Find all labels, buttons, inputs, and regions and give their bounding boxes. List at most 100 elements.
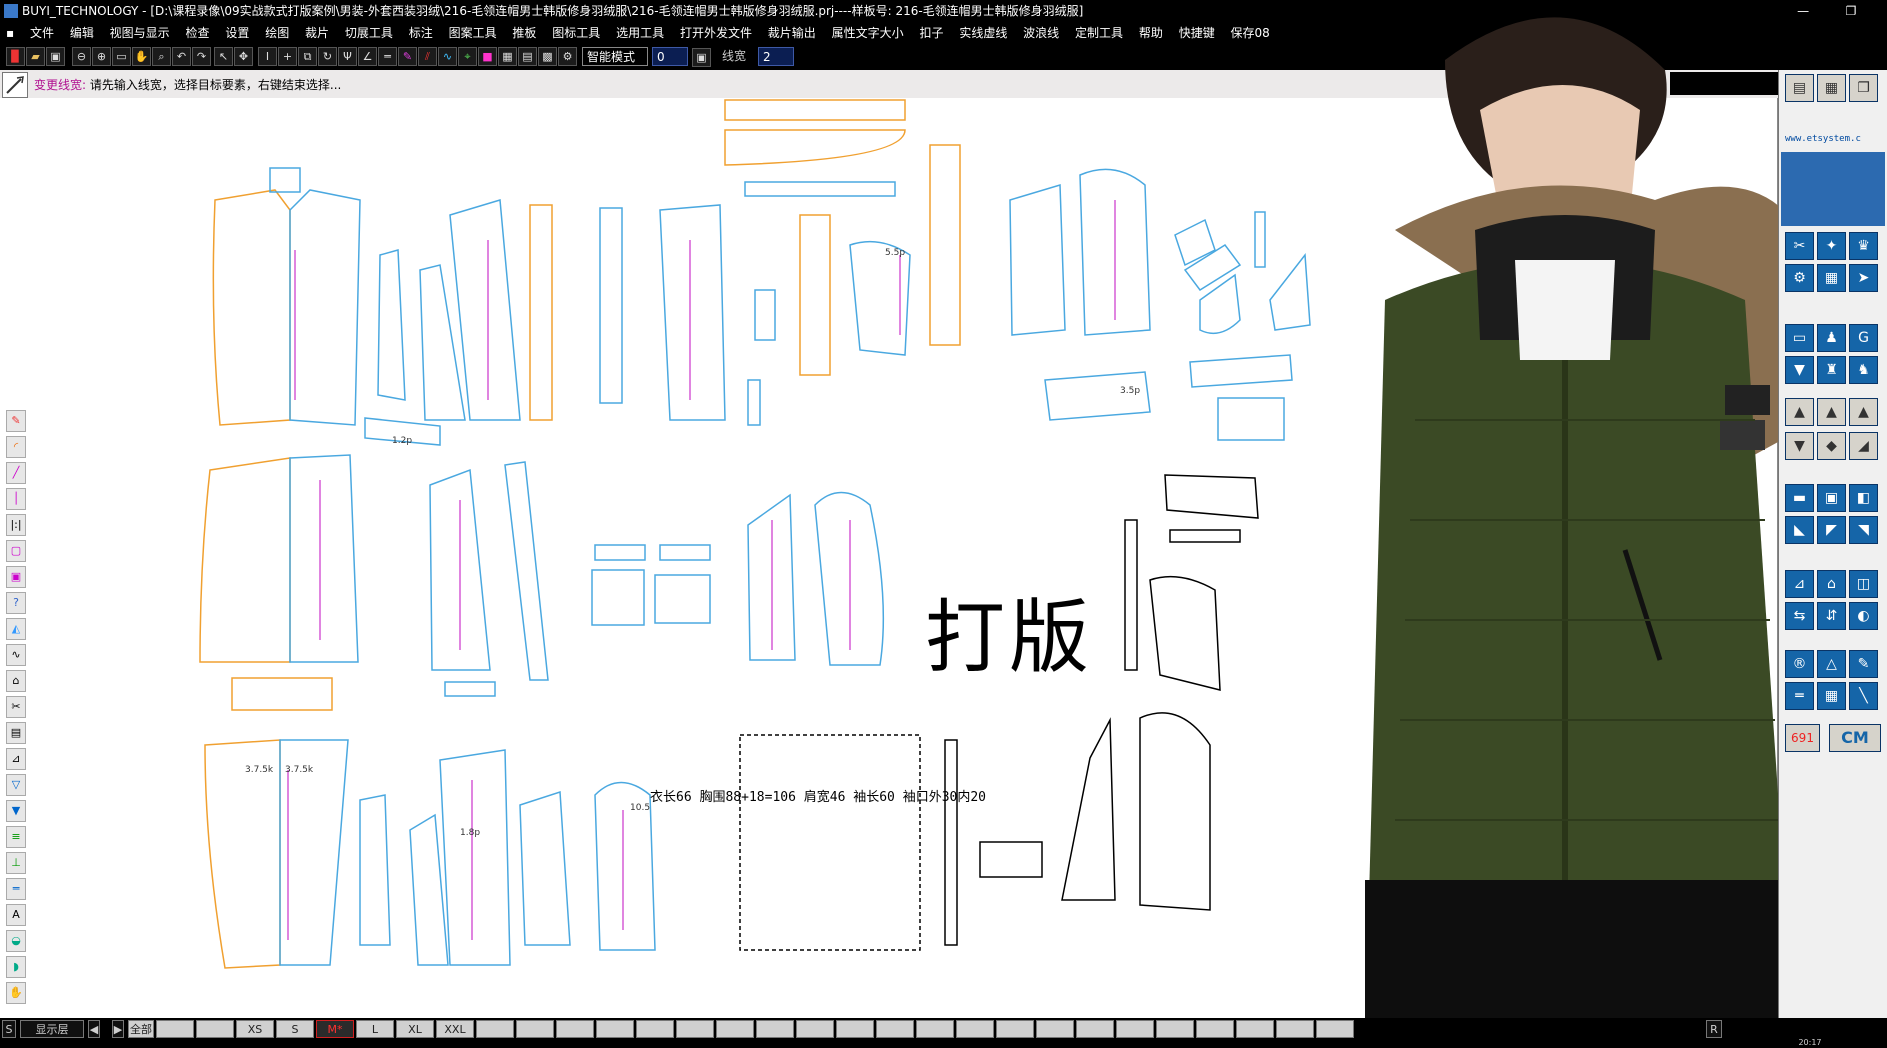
size-blank-8[interactable] <box>676 1020 714 1038</box>
menu-select-tools[interactable]: 选用工具 <box>610 22 670 44</box>
layer-e-icon[interactable]: ◤ <box>1817 516 1846 544</box>
triangle-tool-icon[interactable]: △ <box>1817 650 1846 678</box>
size-blank-18[interactable] <box>1076 1020 1114 1038</box>
size-xxl[interactable]: XXL <box>436 1020 474 1038</box>
seam-b-icon[interactable]: ⌂ <box>1817 570 1846 598</box>
menu-draw[interactable]: 绘图 <box>259 22 295 44</box>
all-sizes-button[interactable]: 全部 <box>128 1020 154 1038</box>
seam-a-icon[interactable]: ⊿ <box>1785 570 1814 598</box>
menu-view[interactable]: 视图与显示 <box>104 22 176 44</box>
size-blank-11[interactable] <box>796 1020 834 1038</box>
menu-annotate[interactable]: 标注 <box>403 22 439 44</box>
mode-select[interactable]: 智能模式F8 ▾ <box>582 47 648 83</box>
funnel-icon[interactable]: ▽ <box>6 774 26 796</box>
figure-icon[interactable]: ♟ <box>1817 324 1846 352</box>
pen-tool-icon[interactable]: ✎ <box>1849 650 1878 678</box>
unit-cm-button[interactable]: CM <box>1829 724 1881 752</box>
g-tool-icon[interactable]: G <box>1849 324 1878 352</box>
save-icon[interactable]: ▣ <box>46 47 65 66</box>
size-blank-22[interactable] <box>1236 1020 1274 1038</box>
line-width-field[interactable]: 2 <box>758 47 794 66</box>
shape-icon[interactable]: ◭ <box>6 618 26 640</box>
menu-pattern-tools[interactable]: 图案工具 <box>443 22 503 44</box>
menu-grading[interactable]: 推板 <box>506 22 542 44</box>
size-blank-2[interactable] <box>196 1020 234 1038</box>
ruler-tool-icon[interactable]: ⊿ <box>6 748 26 770</box>
drop-icon[interactable]: ◗ <box>6 956 26 978</box>
print-icon[interactable]: ▤ <box>6 722 26 744</box>
layer-a-icon[interactable]: ▬ <box>1785 484 1814 512</box>
layer-f-icon[interactable]: ◥ <box>1849 516 1878 544</box>
sewing-icon[interactable]: ⚙ <box>1785 264 1814 292</box>
star-tool-icon[interactable]: ✦ <box>1817 232 1846 260</box>
shirt-icon[interactable]: ▼ <box>1785 356 1814 384</box>
hand-tool-icon[interactable]: ✋ <box>6 982 26 1004</box>
size-blank-14[interactable] <box>916 1020 954 1038</box>
move-icon[interactable]: ✥ <box>234 47 253 66</box>
text-cursor-icon[interactable]: I <box>258 47 277 66</box>
size-blank-24[interactable] <box>1316 1020 1354 1038</box>
zoom-fit-icon[interactable]: ▭ <box>112 47 131 66</box>
menu-save08[interactable]: 保存08 <box>1225 22 1276 44</box>
zoom-out-icon[interactable]: ⊖ <box>72 47 91 66</box>
machine-icon[interactable]: ▭ <box>1785 324 1814 352</box>
size-l[interactable]: L <box>356 1020 394 1038</box>
menu-piece-output[interactable]: 裁片输出 <box>762 22 822 44</box>
menu-settings[interactable]: 设置 <box>219 22 255 44</box>
help-icon[interactable]: ? <box>6 592 26 614</box>
inner-rect-icon[interactable]: ▣ <box>6 566 26 588</box>
size-xl[interactable]: XL <box>396 1020 434 1038</box>
pen-icon[interactable]: ✎ <box>398 47 417 66</box>
size-blank-15[interactable] <box>956 1020 994 1038</box>
panel-tool-icon[interactable]: ▤ <box>1785 74 1814 102</box>
size-blank-20[interactable] <box>1156 1020 1194 1038</box>
size-blank-16[interactable] <box>996 1020 1034 1038</box>
size-s[interactable]: S <box>276 1020 314 1038</box>
size-blank-3[interactable] <box>476 1020 514 1038</box>
layer-c-icon[interactable]: ◧ <box>1849 484 1878 512</box>
menu-shortcuts[interactable]: 快捷键 <box>1173 22 1221 44</box>
arrow-tool-icon[interactable]: ➤ <box>1849 264 1878 292</box>
new-file-icon[interactable]: ▉ <box>6 47 25 66</box>
prev-arrow[interactable]: ◀ <box>88 1020 100 1038</box>
grid-icon[interactable]: ▦ <box>498 47 517 66</box>
mirror-icon[interactable]: ⧉ <box>298 47 317 66</box>
restore-button[interactable]: ❐ <box>1829 0 1873 22</box>
menu-line-style[interactable]: 实线虚线 <box>953 22 1013 44</box>
seam-c-icon[interactable]: ◫ <box>1849 570 1878 598</box>
seam-e-icon[interactable]: ⇵ <box>1817 602 1846 630</box>
crown-tool-icon[interactable]: ♛ <box>1849 232 1878 260</box>
cut-tool-icon[interactable]: ✂ <box>1785 232 1814 260</box>
size-blank-12[interactable] <box>836 1020 874 1038</box>
vest-icon[interactable]: ♜ <box>1817 356 1846 384</box>
ruler-icon[interactable]: ⫽ <box>418 47 437 66</box>
menu-edit[interactable]: 编辑 <box>64 22 100 44</box>
size-blank-17[interactable] <box>1036 1020 1074 1038</box>
zoom-window-icon[interactable]: ⌕ <box>152 47 171 66</box>
color-palette-icon[interactable]: ■ <box>478 47 497 66</box>
step-icon[interactable]: ⊥ <box>6 852 26 874</box>
grade-f-icon[interactable]: ◢ <box>1849 432 1878 460</box>
house-icon[interactable]: ⌂ <box>6 670 26 692</box>
rotate-icon[interactable]: ↻ <box>318 47 337 66</box>
menu-help[interactable]: 帮助 <box>1133 22 1169 44</box>
seam-d-icon[interactable]: ⇆ <box>1785 602 1814 630</box>
split-icon[interactable]: |:| <box>6 514 26 536</box>
display-layer-button[interactable]: 显示层 <box>20 1020 84 1038</box>
size-xs[interactable]: XS <box>236 1020 274 1038</box>
draw-tool-icon[interactable]: ✎ <box>6 410 26 432</box>
menu-buttons[interactable]: 扣子 <box>913 22 949 44</box>
table-panel-icon[interactable]: ▦ <box>1817 682 1846 710</box>
grade-e-icon[interactable]: ◆ <box>1817 432 1846 460</box>
curve-icon[interactable]: ∿ <box>438 47 457 66</box>
zoom-in-icon[interactable]: ⊕ <box>92 47 111 66</box>
open-folder-icon[interactable]: ▰ <box>26 47 45 66</box>
line-tool-icon[interactable]: ╱ <box>6 462 26 484</box>
vertical-line-icon[interactable]: │ <box>6 488 26 510</box>
size-blank-1[interactable] <box>156 1020 194 1038</box>
curve-tool-icon[interactable]: ∿ <box>6 644 26 666</box>
grade-d-icon[interactable]: ▼ <box>1785 432 1814 460</box>
menu-check[interactable]: 检查 <box>180 22 216 44</box>
body-icon[interactable]: ♞ <box>1849 356 1878 384</box>
select-arrow-icon[interactable]: ↖ <box>214 47 233 66</box>
